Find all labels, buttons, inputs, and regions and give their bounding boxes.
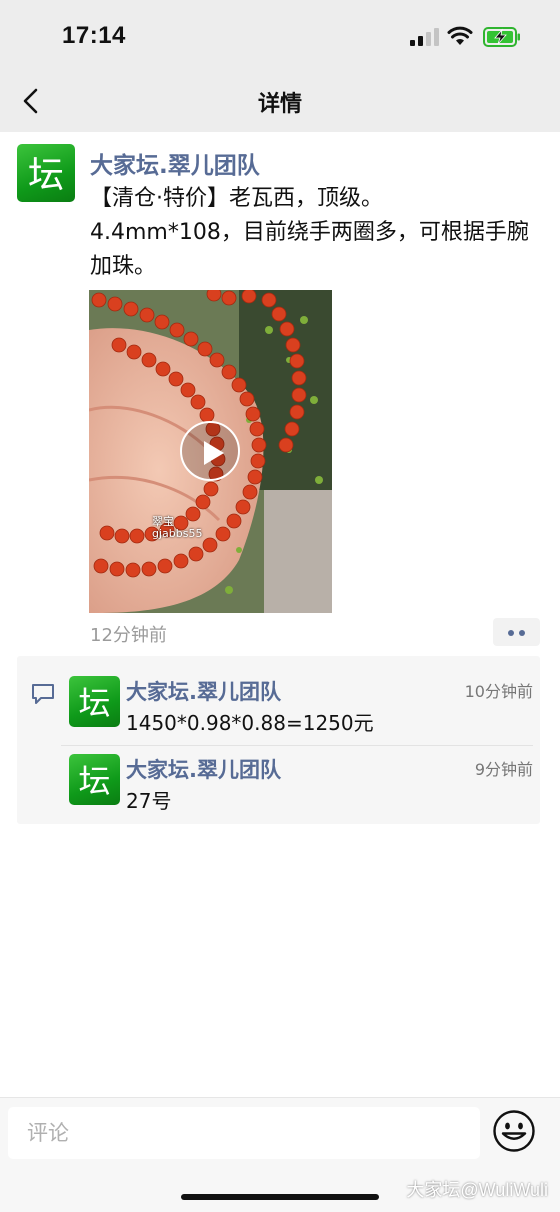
comment-section: 坛 大家坛.翠儿团队 10分钟前 1450*0.98*0.88=1250元 坛 … <box>17 656 540 824</box>
play-icon <box>204 441 224 465</box>
post-text: 【清仓·特价】老瓦西，顶级。 4.4mm*108，目前绕手两圈多，可根据手腕加珠… <box>90 186 529 279</box>
status-bar: 17:14 <box>0 0 560 70</box>
site-watermark: 大家坛@WuliWuli <box>406 1180 548 1200</box>
svg-text:坛: 坛 <box>78 684 110 722</box>
forum-logo-icon: 坛 <box>78 762 110 800</box>
nav-bar: 详情 <box>0 70 560 132</box>
comment-author[interactable]: 大家坛.翠儿团队 <box>126 754 281 784</box>
wifi-icon <box>447 26 473 45</box>
commenter-avatar[interactable]: 坛 <box>69 676 120 727</box>
status-time: 17:14 <box>62 22 126 49</box>
comment-bar: 大家坛@WuliWuli <box>0 1097 560 1212</box>
author-avatar[interactable]: 坛 <box>17 144 75 202</box>
commenter-avatar[interactable]: 坛 <box>69 754 120 805</box>
page-title: 详情 <box>257 92 302 117</box>
battery-charging-icon <box>483 27 520 47</box>
comment-time: 10分钟前 <box>464 682 533 701</box>
play-button[interactable] <box>180 421 240 481</box>
cellular-signal-icon <box>410 28 439 46</box>
comment-item[interactable]: 坛 大家坛.翠儿团队 9分钟前 27号 <box>68 754 533 814</box>
comment-icon <box>32 684 54 704</box>
svg-text:坛: 坛 <box>28 155 64 196</box>
svg-text:坛: 坛 <box>78 762 110 800</box>
forum-logo-icon: 坛 <box>78 684 110 722</box>
home-indicator <box>181 1194 379 1200</box>
video-thumbnail[interactable]: 翠宝 gjabbs55 <box>89 290 332 613</box>
media-watermark-id: gjabbs55 <box>152 527 203 540</box>
comment-text: 27号 <box>126 789 172 813</box>
comment-time: 9分钟前 <box>474 760 533 779</box>
post-author[interactable]: 大家坛.翠儿团队 <box>90 146 260 180</box>
comment-text: 1450*0.98*0.88=1250元 <box>126 711 374 735</box>
comment-author[interactable]: 大家坛.翠儿团队 <box>126 676 281 706</box>
post-timestamp: 12分钟前 <box>90 625 167 646</box>
more-dot-icon <box>519 630 525 636</box>
more-dot-icon <box>508 630 514 636</box>
more-actions-button[interactable] <box>493 618 540 646</box>
comment-divider <box>61 745 533 746</box>
forum-logo-icon: 坛 <box>28 155 64 196</box>
emoji-icon[interactable] <box>492 1109 536 1153</box>
comment-item[interactable]: 坛 大家坛.翠儿团队 10分钟前 1450*0.98*0.88=1250元 <box>68 676 533 736</box>
comment-input[interactable] <box>8 1107 480 1159</box>
